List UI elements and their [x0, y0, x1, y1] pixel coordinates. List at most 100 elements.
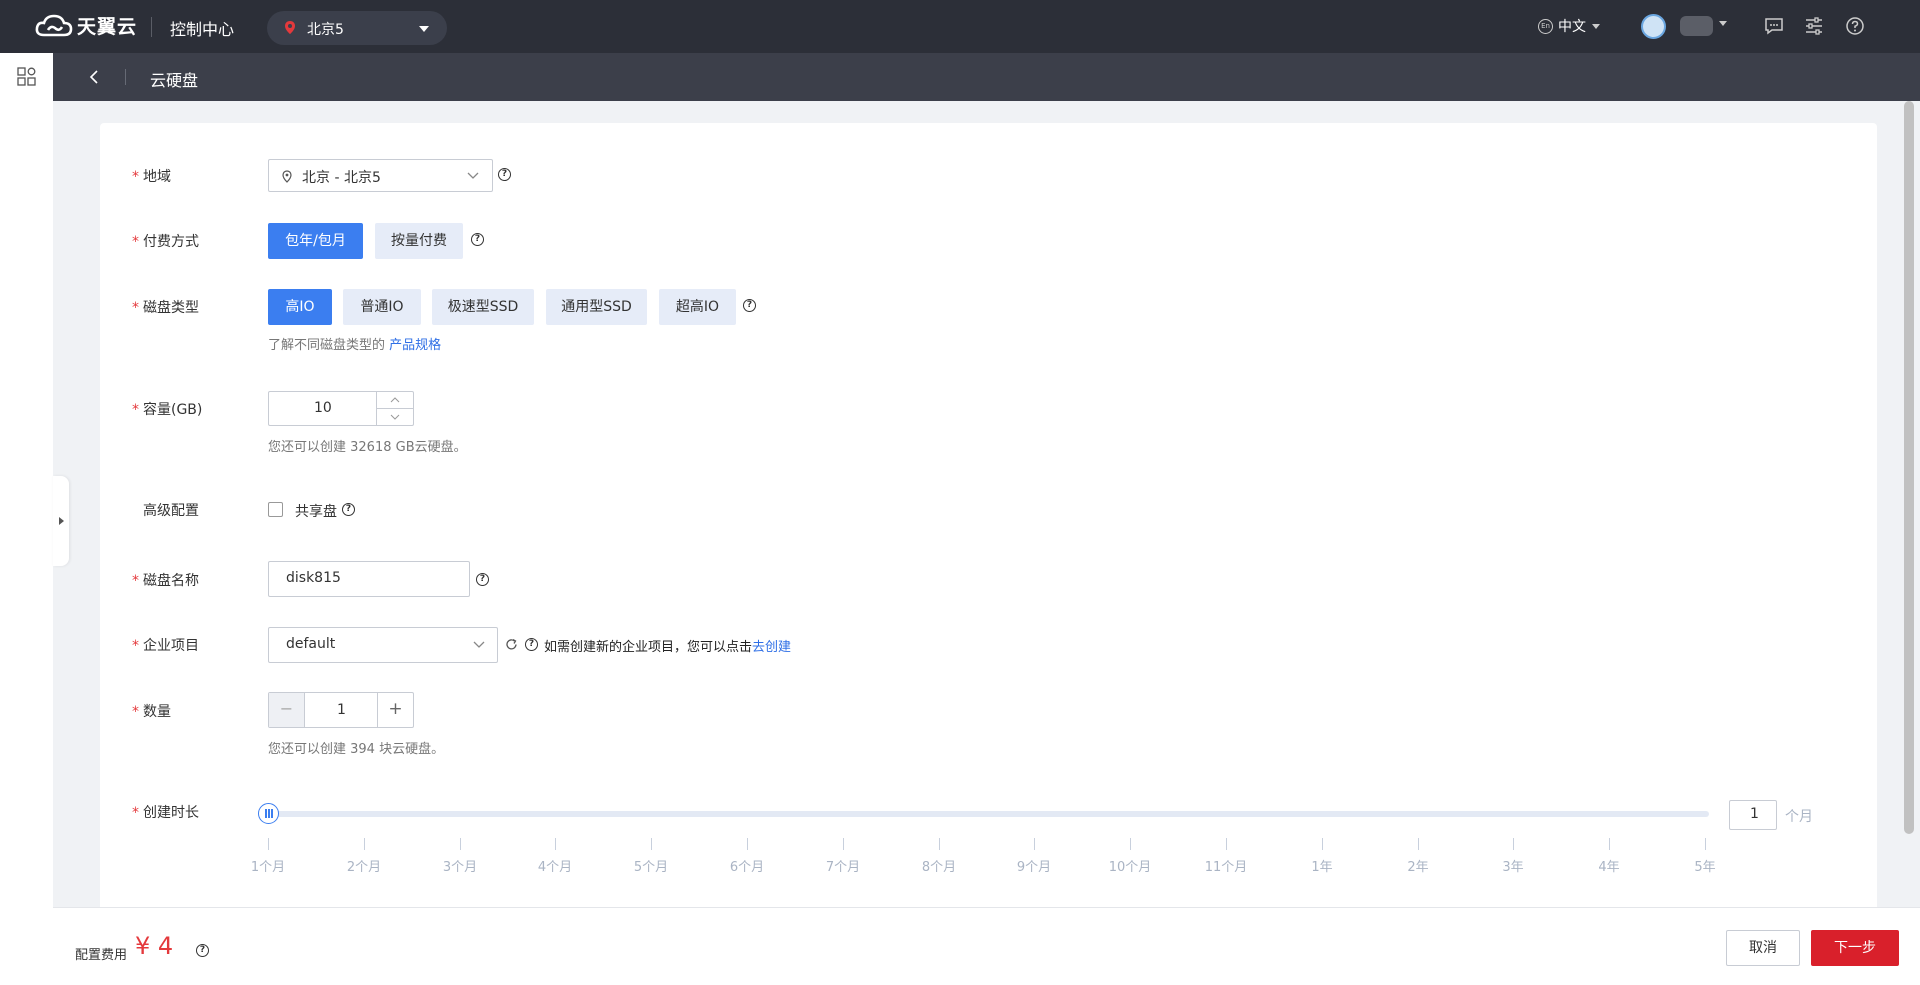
- quantity-input[interactable]: 1: [306, 693, 377, 727]
- chevron-down-icon: [473, 641, 485, 648]
- slider-tick-label[interactable]: 4个月: [538, 856, 572, 875]
- project-select-value: default: [286, 636, 336, 652]
- slider-tick-label[interactable]: 2年: [1407, 856, 1428, 875]
- help-icon[interactable]: ?: [498, 168, 511, 181]
- language-selector[interactable]: En 中文: [1538, 16, 1600, 36]
- shared-disk-label[interactable]: 共享盘: [295, 501, 337, 521]
- slider-tick-label[interactable]: 3个月: [443, 856, 477, 875]
- caret-down-icon[interactable]: [1719, 21, 1727, 26]
- fee-value: ¥ 4: [135, 932, 174, 960]
- disk-name-input[interactable]: disk815: [268, 561, 470, 597]
- divider: [377, 408, 414, 409]
- quantity-increment-button[interactable]: +: [377, 693, 413, 727]
- slider-tick-label[interactable]: 1个月: [251, 856, 285, 875]
- footer-bar: 配置费用 ¥ 4 ? 取消 下一步: [53, 907, 1920, 985]
- user-name-redacted[interactable]: [1680, 16, 1713, 36]
- duration-slider-handle[interactable]: [258, 803, 279, 824]
- region-field-label: * 地域: [132, 169, 171, 185]
- slider-tick-mark: [1513, 838, 1514, 850]
- message-icon[interactable]: [1763, 15, 1785, 37]
- slider-tick-label[interactable]: 11个月: [1205, 856, 1248, 875]
- left-sidebar: [0, 53, 53, 985]
- caret-down-icon: [419, 26, 429, 32]
- quantity-field-label: * 数量: [132, 704, 171, 720]
- billing-field-label: * 付费方式: [132, 234, 199, 250]
- duration-input-value: 1: [1750, 806, 1759, 822]
- brand-logo[interactable]: 天翼云: [34, 12, 137, 39]
- slider-tick-label[interactable]: 3年: [1502, 856, 1523, 875]
- user-avatar[interactable]: [1641, 14, 1666, 39]
- page-header: 云硬盘: [53, 53, 1920, 101]
- help-icon[interactable]: ?: [471, 233, 484, 246]
- duration-input[interactable]: 1: [1729, 800, 1777, 830]
- refresh-icon[interactable]: [505, 638, 518, 651]
- capacity-stepper: 10: [268, 391, 414, 426]
- increment-chevron-up-icon[interactable]: [390, 397, 400, 403]
- decrement-chevron-down-icon[interactable]: [390, 414, 400, 420]
- slider-tick-label[interactable]: 2个月: [347, 856, 381, 875]
- slider-tick-mark: [1609, 838, 1610, 850]
- billing-options: 包年/包月 按量付费: [268, 223, 468, 259]
- console-title[interactable]: 控制中心: [170, 16, 234, 40]
- disk-type-option-normal-io[interactable]: 普通IO: [343, 289, 421, 325]
- slider-tick-label[interactable]: 6个月: [730, 856, 764, 875]
- region-selector[interactable]: 北京5: [267, 11, 447, 45]
- slider-tick-label[interactable]: 5个月: [634, 856, 668, 875]
- help-icon[interactable]: ?: [196, 944, 209, 957]
- slider-tick-mark: [1418, 838, 1419, 850]
- disk-type-option-general-ssd[interactable]: 通用型SSD: [546, 289, 647, 325]
- billing-option-subscription[interactable]: 包年/包月: [268, 223, 363, 259]
- slider-tick-mark: [1034, 838, 1035, 850]
- quantity-decrement-button[interactable]: −: [269, 693, 305, 727]
- caret-down-icon: [1592, 23, 1600, 29]
- help-icon[interactable]: ?: [342, 503, 355, 516]
- back-arrow-icon[interactable]: [89, 70, 99, 84]
- slider-tick-mark: [1226, 838, 1227, 850]
- help-icon[interactable]: ?: [743, 299, 756, 312]
- disk-type-option-extreme-ssd[interactable]: 极速型SSD: [432, 289, 534, 325]
- disk-type-option-ultra-io[interactable]: 超高IO: [659, 289, 736, 325]
- create-project-link[interactable]: 去创建: [752, 640, 791, 655]
- slider-tick-label[interactable]: 1年: [1311, 856, 1332, 875]
- slider-tick-mark: [460, 838, 461, 850]
- help-icon[interactable]: [1844, 15, 1866, 37]
- slider-tick-mark: [843, 838, 844, 850]
- apps-grid-icon[interactable]: [17, 67, 36, 86]
- billing-option-pay-per-use[interactable]: 按量付费: [375, 223, 463, 259]
- slider-tick-label[interactable]: 9个月: [1017, 856, 1051, 875]
- duration-slider-track[interactable]: [268, 811, 1709, 817]
- slider-tick-label[interactable]: 5年: [1694, 856, 1715, 875]
- slider-tick-label[interactable]: 10个月: [1109, 856, 1152, 875]
- product-spec-link[interactable]: 产品规格: [389, 338, 441, 353]
- region-select[interactable]: 北京 - 北京5: [268, 159, 493, 192]
- slider-tick-label[interactable]: 4年: [1598, 856, 1619, 875]
- region-label: 北京5: [307, 22, 344, 38]
- slider-tick-label[interactable]: 7个月: [826, 856, 860, 875]
- disk-type-option-high-io[interactable]: 高IO: [268, 289, 332, 325]
- help-icon[interactable]: ?: [476, 573, 489, 586]
- divider: [151, 17, 152, 37]
- project-hint: 如需创建新的企业项目，您可以点击去创建: [544, 640, 792, 655]
- slider-tick-mark: [1322, 838, 1323, 850]
- slider-tick-mark: [1705, 838, 1706, 850]
- disk-name-field-label: * 磁盘名称: [132, 573, 199, 589]
- slider-tick-mark: [555, 838, 556, 850]
- quantity-stepper: − 1 +: [268, 692, 414, 728]
- settings-sliders-icon[interactable]: [1803, 15, 1825, 37]
- sidebar-expand-toggle[interactable]: [53, 476, 69, 566]
- language-icon: En: [1538, 18, 1553, 34]
- cancel-button[interactable]: 取消: [1726, 930, 1800, 966]
- divider: [125, 69, 126, 85]
- slider-tick-label[interactable]: 8个月: [922, 856, 956, 875]
- next-step-button[interactable]: 下一步: [1811, 930, 1899, 966]
- advanced-field-label: 高级配置: [143, 503, 199, 519]
- location-pin-icon: [285, 21, 295, 34]
- region-select-value: 北京 - 北京5: [302, 170, 381, 186]
- location-pin-icon: [282, 170, 292, 183]
- slider-tick-mark: [651, 838, 652, 850]
- help-icon[interactable]: ?: [525, 638, 538, 651]
- vertical-scrollbar[interactable]: [1904, 101, 1914, 834]
- capacity-input[interactable]: 10: [314, 400, 332, 416]
- project-select[interactable]: default: [268, 627, 498, 663]
- shared-disk-checkbox[interactable]: [268, 502, 283, 517]
